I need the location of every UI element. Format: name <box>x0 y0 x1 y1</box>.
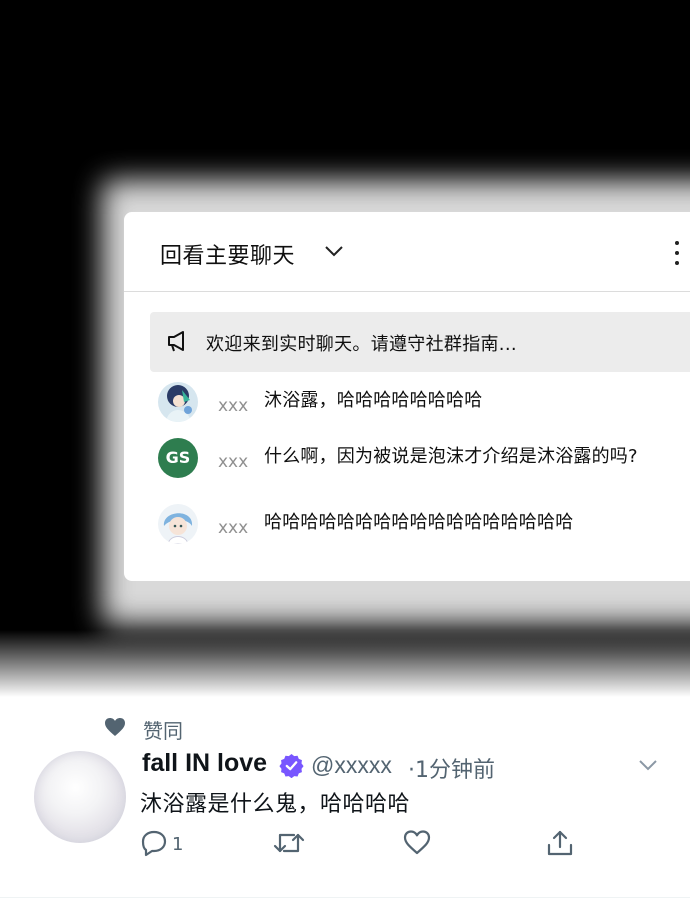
tweet-text: 沐浴露是什么鬼，哈哈哈哈 <box>140 792 411 817</box>
more-options-icon[interactable] <box>672 240 682 266</box>
chat-message: xxx 沐浴露，哈哈哈哈哈哈哈哈 <box>158 382 690 422</box>
chat-screenshot-photo: 回看主要聊天 欢迎来到实时聊天。请遵守社群指南... xxx 沐浴露，哈哈哈哈哈… <box>0 0 690 697</box>
welcome-banner: 欢迎来到实时聊天。请遵守社群指南... <box>150 312 690 372</box>
chevron-down-icon[interactable] <box>324 244 344 258</box>
chevron-down-icon[interactable] <box>638 759 658 771</box>
divider <box>0 897 690 898</box>
message-author: xxx <box>218 452 249 472</box>
avatar[interactable] <box>34 751 126 843</box>
reply-button[interactable]: 1 <box>140 829 200 859</box>
chat-mode-title[interactable]: 回看主要聊天 <box>160 238 295 270</box>
message-text: 什么啊，因为被说是泡沫才介绍是沐浴露的吗? <box>264 446 638 467</box>
reply-count: 1 <box>172 834 184 855</box>
retweet-icon <box>273 833 305 853</box>
avatar <box>158 504 198 544</box>
retweet-button[interactable] <box>273 829 305 859</box>
avatar: GS <box>158 438 198 478</box>
message-author: xxx <box>218 396 249 416</box>
heart-outline-icon <box>403 830 431 855</box>
chat-message: xxx 哈哈哈哈哈哈哈哈哈哈哈哈哈哈哈哈哈 <box>158 504 690 544</box>
heart-filled-icon <box>105 718 125 736</box>
reply-icon <box>141 830 167 857</box>
post-time[interactable]: ·1分钟前 <box>408 752 495 784</box>
megaphone-icon <box>168 331 184 352</box>
message-text: 沐浴露，哈哈哈哈哈哈哈哈 <box>264 390 483 411</box>
chat-header: 回看主要聊天 <box>124 212 690 292</box>
message-author: xxx <box>218 518 249 538</box>
message-text: 哈哈哈哈哈哈哈哈哈哈哈哈哈哈哈哈哈 <box>264 512 574 533</box>
live-chat-panel: 回看主要聊天 欢迎来到实时聊天。请遵守社群指南... xxx 沐浴露，哈哈哈哈哈… <box>124 212 690 581</box>
user-handle[interactable]: @xxxxx <box>311 752 392 779</box>
chat-message: GS xxx 什么啊，因为被说是泡沫才介绍是沐浴露的吗? <box>158 438 690 478</box>
avatar <box>158 382 198 422</box>
share-button[interactable] <box>546 829 576 859</box>
display-name[interactable]: fall IN love <box>142 749 267 778</box>
photo-bottom-fade <box>0 630 690 697</box>
share-icon <box>547 830 573 856</box>
liked-label: 赞同 <box>143 719 183 743</box>
verified-badge-icon <box>279 754 304 778</box>
banner-text: 欢迎来到实时聊天。请遵守社群指南... <box>206 334 517 355</box>
tweet-card[interactable]: 赞同 fall IN love @xxxxx ·1分钟前 沐浴露是什么鬼，哈哈哈… <box>0 697 690 917</box>
like-button[interactable] <box>403 829 433 859</box>
